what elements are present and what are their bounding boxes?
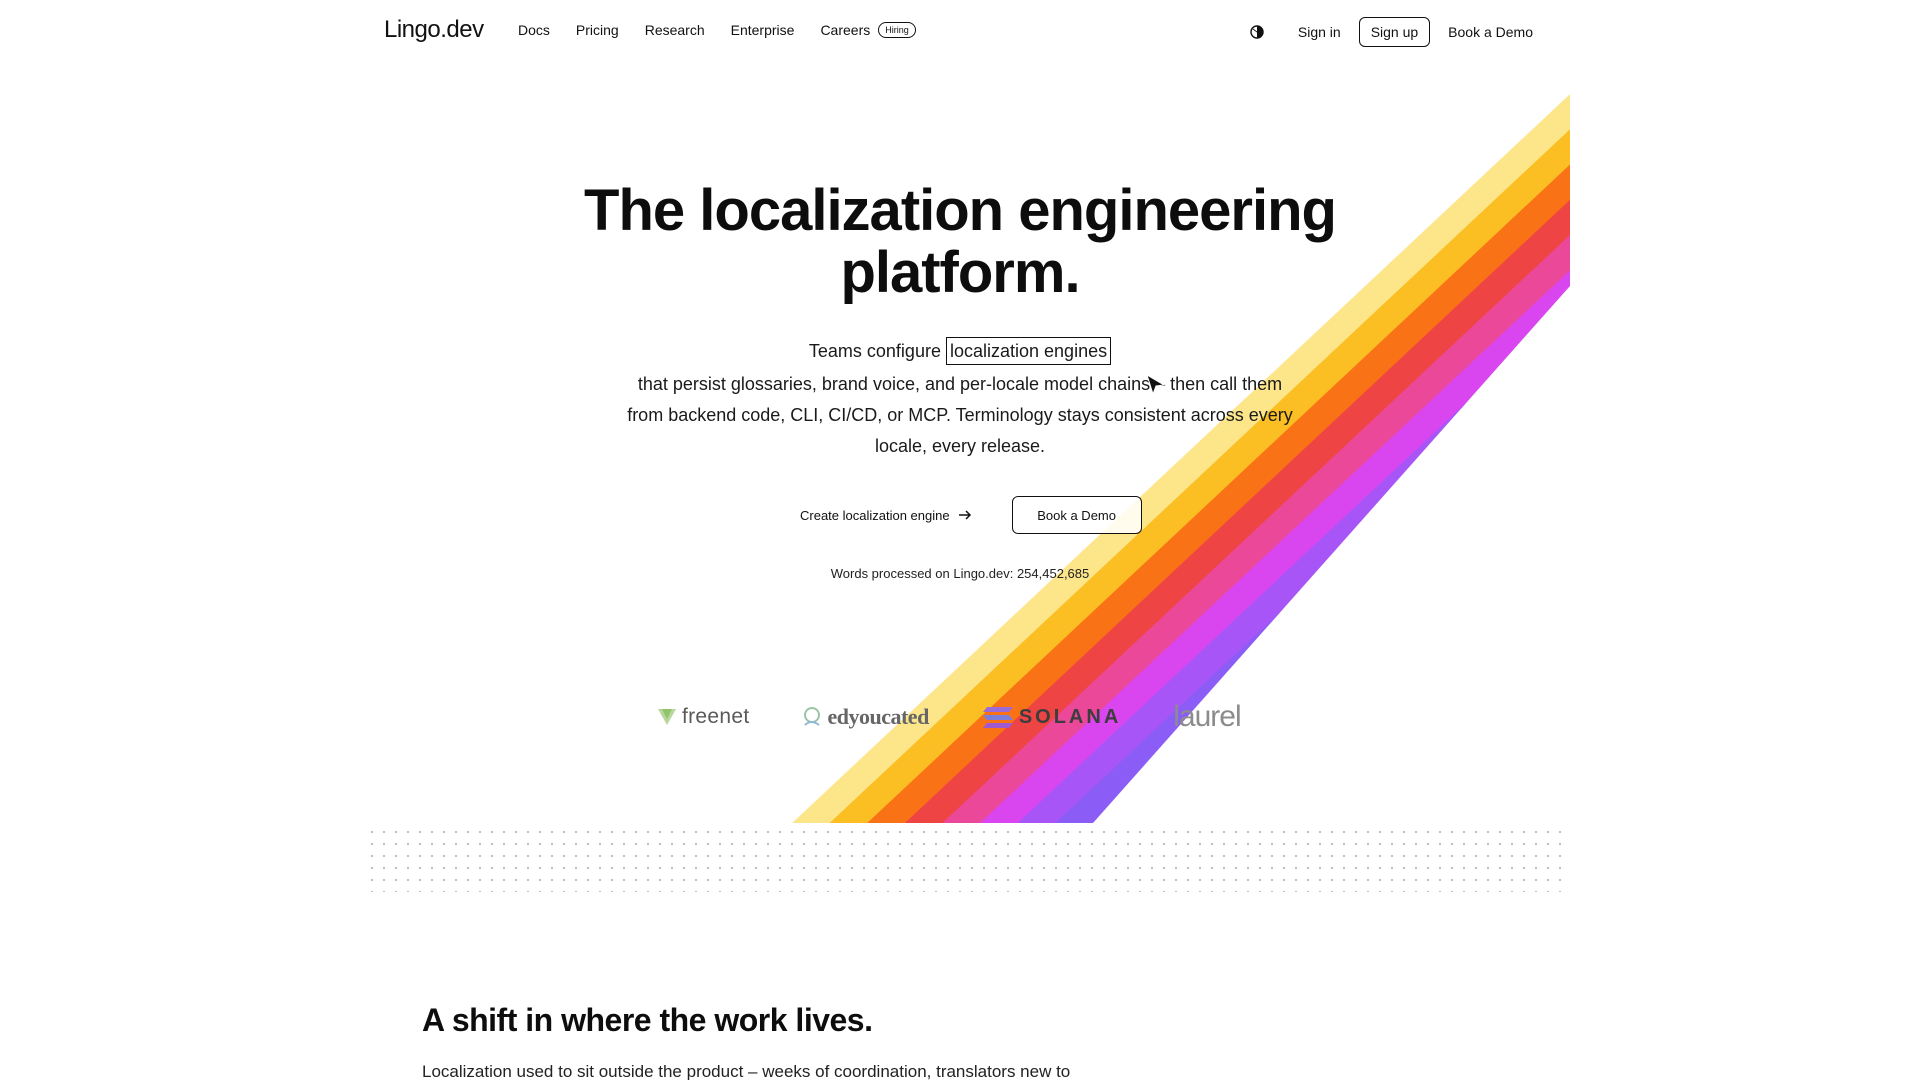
freenet-mark-icon <box>658 709 676 725</box>
hero-subtitle-line1: Teams configure localization engines <box>620 336 1300 367</box>
hiring-badge: Hiring <box>878 22 916 38</box>
book-demo-button[interactable]: Book a Demo <box>1011 496 1142 534</box>
arrow-right-icon <box>958 510 971 520</box>
solana-wordmark: SOLANA <box>1018 705 1122 728</box>
nav-link-docs[interactable]: Docs <box>518 22 550 38</box>
rainbow-stripe-graphic <box>792 94 1570 823</box>
hero-subtitle-prefix: Teams configure <box>808 341 941 361</box>
laurel-logo: laurel <box>1173 700 1241 734</box>
edyoucated-wordmark: edyoucated <box>827 704 929 729</box>
nav-link-careers[interactable]: Careers <box>820 22 870 38</box>
top-navigation: Lingo.dev Docs Pricing Research Enterpri… <box>0 0 1920 64</box>
nav-link-research[interactable]: Research <box>645 22 705 38</box>
contrast-icon[interactable] <box>1250 25 1264 39</box>
section-body: Localization used to sit outside the pro… <box>422 1062 1071 1080</box>
create-engine-label: Create localization engine <box>800 507 950 523</box>
dotted-pattern-divider <box>366 826 1564 892</box>
lingo-logo[interactable]: Lingo.dev <box>384 16 484 44</box>
mouse-cursor-icon <box>1146 374 1166 396</box>
nav-right: Sign in Sign up Book a Demo <box>1250 17 1533 47</box>
page: Lingo.dev Docs Pricing Research Enterpri… <box>0 0 1920 1080</box>
hero-subtitle-rest: that persist glossaries, brand voice, an… <box>627 374 1293 456</box>
sign-in-link[interactable]: Sign in <box>1298 24 1341 40</box>
freenet-wordmark: freenet <box>682 705 750 728</box>
nav-link-pricing[interactable]: Pricing <box>576 22 619 38</box>
freenet-logo: freenet <box>656 705 749 729</box>
create-engine-button[interactable]: Create localization engine <box>790 508 982 523</box>
edyoucated-mark-icon <box>804 707 821 726</box>
words-processed-counter: Words processed on Lingo.dev: 254,452,68… <box>830 566 1090 581</box>
hero-cta-row: Create localization engine Book a Demo <box>790 496 1142 534</box>
hero-title: The localization engineering platform. <box>584 178 1337 305</box>
nav-link-careers-group[interactable]: Careers Hiring <box>820 22 916 38</box>
hero-subtitle: Teams configure localization engines tha… <box>620 336 1300 462</box>
solana-mark-icon <box>982 707 1013 728</box>
section-title: A shift in where the work lives. <box>422 1002 873 1038</box>
laurel-wordmark: laurel <box>1173 700 1241 733</box>
rotating-highlight: localization engines <box>945 337 1112 365</box>
nav-links: Docs Pricing Research Enterprise Careers… <box>518 22 916 38</box>
nav-link-enterprise[interactable]: Enterprise <box>731 22 795 38</box>
book-demo-link[interactable]: Book a Demo <box>1448 24 1533 40</box>
solana-logo: SOLANA <box>981 705 1121 729</box>
sign-up-button[interactable]: Sign up <box>1358 17 1431 47</box>
edyoucated-logo: edyoucated <box>801 704 929 730</box>
customer-logos: freenet edyoucated SOLANA laurel <box>656 700 1296 734</box>
